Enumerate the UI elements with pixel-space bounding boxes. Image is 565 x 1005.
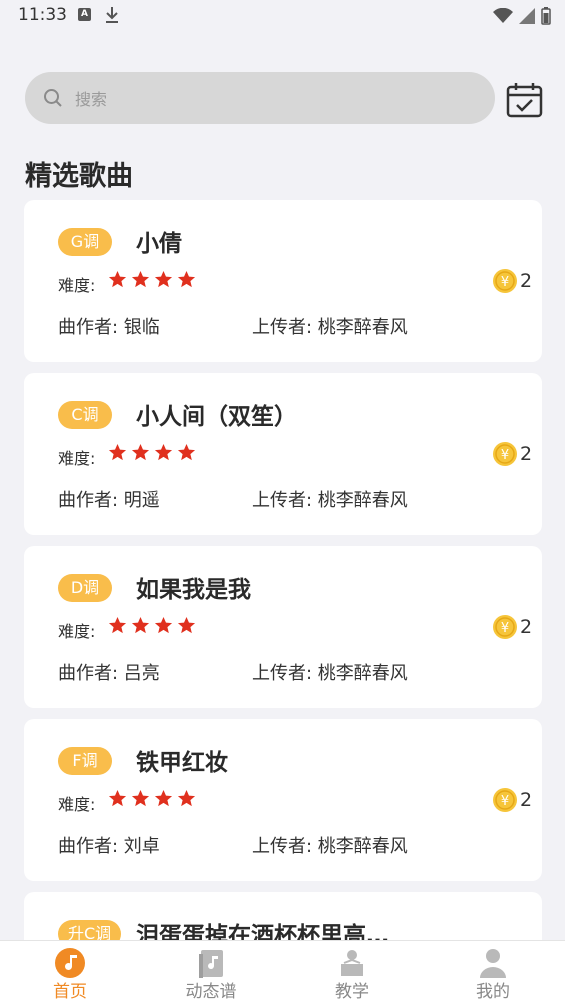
section-title: 精选歌曲 xyxy=(25,161,133,192)
song-title: 泪蛋蛋掉在酒杯杯里高… xyxy=(136,923,389,940)
composer: 曲作者: 明遥 xyxy=(58,490,160,511)
nav-item-dynamic-sheet[interactable]: 动态谱 xyxy=(161,941,261,1005)
coin-price: ¥ 2 xyxy=(492,787,532,813)
uploader: 上传者: 桃李醉春风 xyxy=(252,836,408,857)
difficulty-label: 难度: xyxy=(58,276,96,295)
coin-price: ¥ 2 xyxy=(492,268,532,294)
song-card[interactable]: C调 小人间（双笙） 难度: ¥ 2 曲作者: 明遥 上传者: 桃李醉春风 xyxy=(24,373,542,535)
coin-value: 2 xyxy=(520,270,533,292)
star-icon xyxy=(154,270,173,288)
coin-value: 2 xyxy=(520,616,533,638)
nav-item-teaching[interactable]: 教学 xyxy=(302,941,402,1005)
nav-label: 动态谱 xyxy=(185,982,237,1002)
difficulty-stars xyxy=(108,789,196,808)
sheet-music-icon xyxy=(199,950,223,978)
status-time: 11:33 xyxy=(18,5,67,25)
star-icon xyxy=(177,789,196,807)
svg-text:¥: ¥ xyxy=(501,275,509,290)
difficulty-label: 难度: xyxy=(58,449,96,468)
song-title: 铁甲红妆 xyxy=(136,750,228,776)
song-title: 如果我是我 xyxy=(136,577,251,603)
search-bar[interactable] xyxy=(25,72,495,126)
star-icon xyxy=(177,270,196,288)
key-badge: G调 xyxy=(58,228,112,256)
star-icon xyxy=(177,616,196,634)
battery-icon xyxy=(541,7,551,25)
signal-icon xyxy=(519,8,535,24)
song-title: 小倩 xyxy=(136,231,182,257)
song-card[interactable]: F调 铁甲红妆 难度: ¥ 2 曲作者: 刘卓 上传者: 桃李醉春风 xyxy=(24,719,542,881)
star-icon xyxy=(154,789,173,807)
nav-label: 教学 xyxy=(335,982,369,1002)
key-badge: C调 xyxy=(58,401,112,429)
status-bar: 11:33 A xyxy=(0,0,565,34)
star-icon xyxy=(131,270,150,288)
star-icon xyxy=(154,616,173,634)
wifi-icon xyxy=(493,8,513,23)
teacher-icon xyxy=(341,950,363,976)
star-icon xyxy=(108,789,127,807)
song-title: 小人间（双笙） xyxy=(136,404,297,430)
song-card[interactable]: G调 小倩 难度: ¥ 2 曲作者: 银临 上传者: 桃李醉春风 xyxy=(24,200,542,362)
search-input[interactable] xyxy=(73,72,477,126)
star-icon xyxy=(131,443,150,461)
key-badge: F调 xyxy=(58,747,112,775)
star-icon xyxy=(108,270,127,288)
song-card[interactable]: 升C调 泪蛋蛋掉在酒杯杯里高… xyxy=(24,892,542,940)
difficulty-stars xyxy=(108,270,196,289)
difficulty-label: 难度: xyxy=(58,622,96,641)
nav-label: 我的 xyxy=(476,982,510,1002)
coin-price: ¥ 2 xyxy=(492,614,532,640)
calendar-check-icon[interactable] xyxy=(505,80,545,120)
svg-text:¥: ¥ xyxy=(501,448,509,463)
composer: 曲作者: 银临 xyxy=(58,317,160,338)
key-badge: 升C调 xyxy=(58,920,122,940)
search-icon xyxy=(44,89,62,107)
coin-value: 2 xyxy=(520,789,533,811)
star-icon xyxy=(131,616,150,634)
yuan-coin-icon: ¥ xyxy=(493,788,517,812)
keyboard-notification-icon: A xyxy=(78,8,91,21)
coin-value: 2 xyxy=(520,443,533,465)
star-icon xyxy=(108,443,127,461)
key-badge: D调 xyxy=(58,574,112,602)
difficulty-label: 难度: xyxy=(58,795,96,814)
yuan-coin-icon: ¥ xyxy=(493,269,517,293)
difficulty-stars xyxy=(108,443,196,462)
yuan-coin-icon: ¥ xyxy=(493,615,517,639)
star-icon xyxy=(177,443,196,461)
download-icon xyxy=(106,7,118,23)
difficulty-stars xyxy=(108,616,196,635)
nav-label: 首页 xyxy=(53,982,87,1002)
uploader: 上传者: 桃李醉春风 xyxy=(252,490,408,511)
song-card[interactable]: D调 如果我是我 难度: ¥ 2 曲作者: 吕亮 上传者: 桃李醉春风 xyxy=(24,546,542,708)
composer: 曲作者: 刘卓 xyxy=(58,836,160,857)
bottom-nav: 首页 动态谱 教学 我的 xyxy=(0,940,565,1005)
uploader: 上传者: 桃李醉春风 xyxy=(252,663,408,684)
profile-icon xyxy=(480,949,506,978)
star-icon xyxy=(108,616,127,634)
yuan-coin-icon: ¥ xyxy=(493,442,517,466)
coin-price: ¥ 2 xyxy=(492,441,532,467)
uploader: 上传者: 桃李醉春风 xyxy=(252,317,408,338)
composer: 曲作者: 吕亮 xyxy=(58,663,160,684)
svg-text:¥: ¥ xyxy=(501,621,509,636)
nav-item-profile[interactable]: 我的 xyxy=(443,941,543,1005)
svg-text:¥: ¥ xyxy=(501,794,509,809)
star-icon xyxy=(131,789,150,807)
nav-item-home[interactable]: 首页 xyxy=(20,941,120,1005)
music-note-icon xyxy=(55,948,85,978)
star-icon xyxy=(154,443,173,461)
